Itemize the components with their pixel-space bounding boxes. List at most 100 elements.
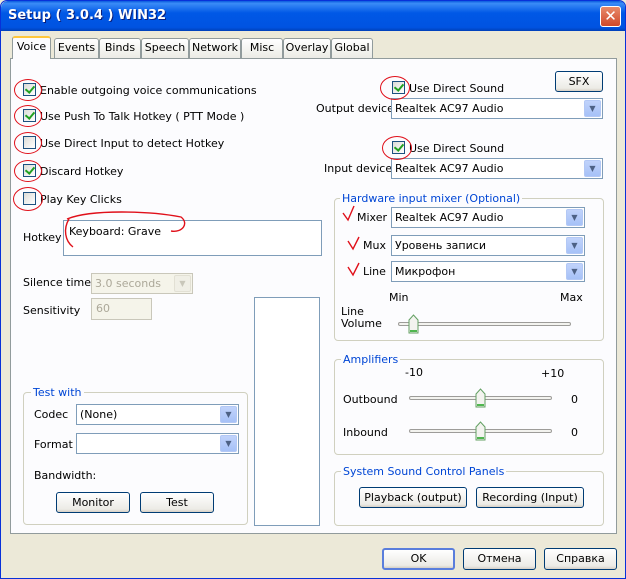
setup-window: Setup ( 3.0.4 ) WIN32 ✕ Voice Events Bin…	[0, 0, 626, 579]
sensitivity-label: Sensitivity	[23, 304, 81, 317]
input-direct-sound-checkbox[interactable]	[392, 141, 405, 154]
help-button[interactable]: Справка	[544, 548, 617, 570]
output-direct-sound-checkbox[interactable]	[392, 81, 405, 94]
direct-input-label: Use Direct Input to detect Hotkey	[40, 137, 225, 150]
hotkey-field[interactable]: Keyboard: Grave	[63, 220, 322, 256]
format-select[interactable]: ▼	[76, 433, 239, 454]
line-value: Микрофон	[395, 265, 456, 278]
amplifiers-title: Amplifiers	[341, 353, 401, 366]
title-bar[interactable]: Setup ( 3.0.4 ) WIN32 ✕	[1, 1, 625, 31]
sensitivity-value: 60	[96, 302, 110, 315]
bandwidth-label: Bandwidth:	[34, 469, 97, 482]
hotkey-label: Hotkey	[23, 231, 62, 244]
output-device-value: Realtek AC97 Audio	[395, 102, 504, 115]
line-select[interactable]: Микрофон ▼	[391, 261, 585, 282]
sfx-button-label: SFX	[568, 75, 590, 88]
monitor-button[interactable]: Monitor	[56, 492, 130, 513]
chevron-down-icon: ▼	[584, 100, 601, 117]
test-with-title: Test with	[31, 386, 84, 399]
inbound-value: 0	[571, 426, 578, 439]
tab-label: Overlay	[285, 41, 329, 54]
output-device-select[interactable]: Realtek AC97 Audio ▼	[391, 98, 603, 119]
outbound-slider-thumb[interactable]	[475, 388, 486, 408]
playback-button-label: Playback (output)	[364, 491, 462, 504]
input-device-label: Input device	[324, 162, 393, 175]
tab-label: Misc	[249, 41, 275, 54]
tab-label: Speech	[144, 41, 186, 54]
output-direct-sound-label: Use Direct Sound	[409, 82, 505, 95]
enable-outgoing-label: Enable outgoing voice communications	[40, 84, 257, 97]
tab-events[interactable]: Events	[54, 38, 99, 58]
format-label: Format	[34, 438, 73, 451]
line-label: Line	[363, 265, 386, 278]
tab-speech[interactable]: Speech	[141, 38, 189, 58]
chevron-down-icon: ▼	[174, 275, 191, 292]
recording-input-button[interactable]: Recording (Input)	[476, 487, 584, 508]
tab-misc[interactable]: Misc	[241, 38, 283, 58]
tab-label: Events	[57, 41, 96, 54]
hardware-mixer-title: Hardware input mixer (Optional)	[340, 192, 523, 205]
line-volume-min-label: Min	[389, 291, 409, 304]
input-device-select[interactable]: Realtek AC97 Audio ▼	[391, 158, 603, 179]
push-to-talk-label: Use Push To Talk Hotkey ( PTT Mode )	[40, 110, 245, 123]
amplifiers-max-label: +10	[541, 367, 565, 380]
playback-output-button[interactable]: Playback (output)	[359, 487, 467, 508]
discard-hotkey-checkbox[interactable]	[23, 164, 36, 177]
enable-outgoing-checkbox[interactable]	[23, 83, 36, 96]
silence-time-label: Silence time	[23, 276, 91, 289]
input-device-value: Realtek AC97 Audio	[395, 162, 504, 175]
cancel-button-label: Отмена	[477, 552, 522, 565]
discard-hotkey-label: Discard Hotkey	[40, 165, 124, 178]
window-title: Setup ( 3.0.4 ) WIN32	[8, 8, 167, 23]
tab-binds[interactable]: Binds	[99, 38, 141, 58]
mux-select[interactable]: Уровень записи ▼	[391, 235, 585, 256]
outbound-label: Outbound	[343, 393, 398, 406]
codec-value: (None)	[80, 408, 118, 421]
ok-button-label: OK	[410, 552, 427, 565]
mixer-value: Realtek AC97 Audio	[395, 211, 504, 224]
chevron-down-icon: ▼	[566, 263, 583, 280]
line-volume-label-volume: Volume	[341, 317, 382, 330]
chevron-down-icon: ▼	[566, 237, 583, 254]
ok-button[interactable]: OK	[382, 548, 455, 570]
hotkey-value: Keyboard: Grave	[69, 225, 161, 238]
line-volume-max-label: Max	[560, 291, 583, 304]
chevron-down-icon: ▼	[220, 406, 237, 423]
play-key-clicks-checkbox[interactable]	[23, 192, 36, 205]
tab-label: Global	[334, 41, 370, 54]
line-volume-slider-thumb[interactable]	[408, 314, 419, 334]
mux-value: Уровень записи	[395, 239, 486, 252]
monitor-button-label: Monitor	[72, 496, 114, 509]
direct-input-checkbox[interactable]	[23, 136, 36, 149]
codec-select[interactable]: (None) ▼	[76, 404, 239, 425]
outbound-value: 0	[571, 393, 578, 406]
test-button[interactable]: Test	[140, 492, 214, 513]
input-direct-sound-label: Use Direct Sound	[409, 142, 505, 155]
line-volume-track[interactable]	[398, 322, 571, 326]
tab-overlay[interactable]: Overlay	[283, 38, 331, 58]
tab-label: Network	[192, 41, 238, 54]
sensitivity-field[interactable]: 60	[91, 298, 152, 320]
chevron-down-icon: ▼	[566, 209, 583, 226]
close-button[interactable]: ✕	[600, 6, 621, 27]
mixer-select[interactable]: Realtek AC97 Audio ▼	[391, 207, 585, 228]
tab-label: Binds	[104, 41, 136, 54]
cancel-button[interactable]: Отмена	[463, 548, 536, 570]
tab-label: Voice	[16, 40, 47, 53]
chevron-down-icon: ▼	[220, 435, 237, 452]
inbound-label: Inbound	[343, 426, 388, 439]
tab-voice[interactable]: Voice	[12, 36, 51, 59]
sfx-button[interactable]: SFX	[555, 71, 603, 92]
chevron-down-icon: ▼	[584, 160, 601, 177]
help-button-label: Справка	[556, 552, 605, 565]
output-device-label: Output device	[316, 102, 394, 115]
inbound-slider-thumb[interactable]	[475, 421, 486, 441]
mux-label: Mux	[363, 239, 386, 252]
play-key-clicks-label: Play Key Clicks	[40, 193, 122, 206]
tab-network[interactable]: Network	[189, 38, 241, 58]
push-to-talk-checkbox[interactable]	[23, 109, 36, 122]
silence-time-select[interactable]: 3.0 seconds ▼	[91, 273, 193, 294]
close-icon: ✕	[604, 7, 617, 25]
tab-global[interactable]: Global	[331, 38, 373, 58]
sound-panels-title: System Sound Control Panels	[341, 465, 507, 478]
